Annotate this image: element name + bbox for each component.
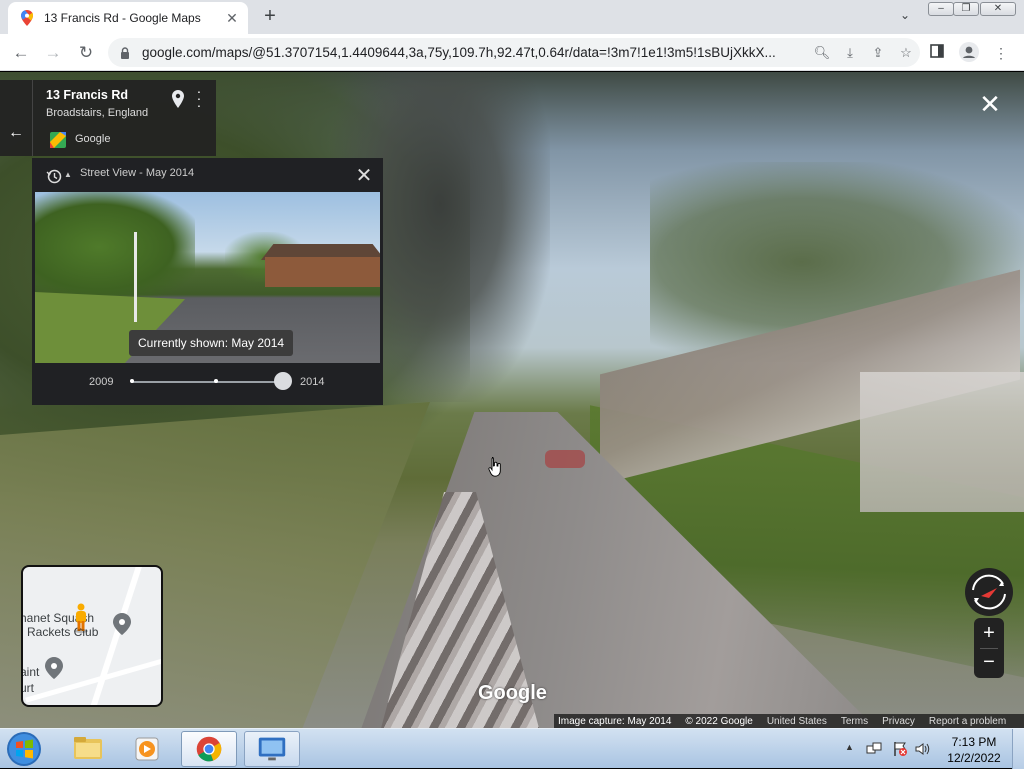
volume-icon[interactable] — [914, 741, 930, 757]
windows-taskbar: ▲ 7:13 PM 12/2/2022 — [0, 728, 1024, 769]
minimap-place-label: urt — [21, 681, 35, 695]
window-minimize-button[interactable]: – — [928, 2, 954, 16]
preview-lamp-post — [134, 232, 137, 322]
minimap-place-label: aint — [21, 665, 40, 679]
side-panel-icon[interactable] — [926, 42, 948, 64]
pegman-icon[interactable] — [73, 603, 89, 633]
reload-button[interactable]: ↻ — [73, 40, 99, 66]
window-close-button[interactable]: ✕ — [980, 2, 1016, 16]
panorama-houses — [860, 372, 1024, 512]
clock-time[interactable]: 7:13 PM — [948, 735, 1000, 749]
google-watermark: Google — [478, 682, 547, 704]
more-options-icon[interactable]: · · · — [194, 84, 204, 112]
zoom-out-button[interactable]: − — [974, 649, 1004, 675]
preview-house — [265, 257, 380, 287]
location-pin-icon[interactable] — [172, 90, 184, 108]
maps-favicon — [21, 10, 33, 26]
kebab-menu-icon[interactable]: ⋮ — [990, 42, 1012, 64]
preview-trees — [35, 192, 195, 302]
back-button[interactable]: ← — [8, 40, 34, 66]
remote-desktop-icon[interactable] — [244, 731, 300, 767]
network-icon[interactable] — [866, 741, 882, 757]
url-text[interactable]: google.com/maps/@51.3707154,1.4409644,3a… — [142, 45, 808, 60]
street-view-panorama[interactable]: ✕ ← 13 Francis Rd Broadstairs, England ·… — [0, 72, 1024, 728]
tray-overflow-icon[interactable]: ▲ — [845, 742, 854, 752]
address-subtitle: Broadstairs, England — [46, 107, 149, 119]
back-arrow-icon[interactable]: ← — [6, 124, 26, 142]
caret-up-icon[interactable]: ▲ — [64, 170, 72, 179]
address-title: 13 Francis Rd — [46, 88, 128, 102]
lock-icon — [121, 46, 129, 59]
timeline-slider-track[interactable] — [131, 381, 283, 383]
browser-tab-bar: 13 Francis Rd - Google Maps ✕ + ⌄ – ❐ ✕ — [0, 0, 1024, 34]
timeline-end-year: 2014 — [300, 376, 325, 388]
hand-cursor-icon — [488, 457, 501, 477]
provider-label: Google — [75, 133, 111, 145]
forward-button[interactable]: → — [40, 40, 66, 66]
map-pin-icon[interactable] — [45, 657, 63, 679]
compass-icon[interactable] — [965, 568, 1013, 616]
zoom-in-button[interactable]: + — [974, 620, 1004, 646]
profile-icon[interactable] — [958, 42, 980, 64]
share-icon[interactable]: ⇪ — [864, 45, 892, 61]
timeline-start-year: 2009 — [89, 376, 114, 388]
browser-tab[interactable]: 13 Francis Rd - Google Maps ✕ — [8, 2, 248, 34]
time-machine-panel: ▲ Street View - May 2014 ✕ Currently sho… — [32, 158, 383, 405]
country-link[interactable]: United States — [767, 716, 827, 727]
windows-start-icon[interactable] — [4, 730, 44, 768]
terms-link[interactable]: Terms — [841, 716, 868, 727]
address-bar[interactable]: google.com/maps/@51.3707154,1.4409644,3a… — [108, 38, 920, 67]
show-desktop-button[interactable] — [1012, 729, 1024, 769]
privacy-link[interactable]: Privacy — [882, 716, 915, 727]
report-problem-link[interactable]: Report a problem — [929, 716, 1006, 727]
history-clock-icon[interactable] — [46, 168, 62, 184]
copyright-text: © 2022 Google — [685, 715, 753, 727]
tab-search-icon[interactable]: ⌄ — [896, 8, 914, 26]
close-street-view-icon[interactable]: ✕ — [976, 90, 1004, 118]
tab-title: 13 Francis Rd - Google Maps — [44, 11, 201, 25]
star-icon[interactable]: ☆ — [892, 45, 920, 61]
timeline-slider-thumb[interactable] — [274, 372, 292, 390]
address-card: ← 13 Francis Rd Broadstairs, England · · ·… — [0, 80, 216, 156]
browser-toolbar: ← → ↻ google.com/maps/@51.3707154,1.4409… — [0, 34, 1024, 71]
time-machine-title: Street View - May 2014 — [80, 167, 195, 179]
new-tab-button[interactable]: + — [258, 5, 282, 29]
media-player-icon[interactable] — [120, 731, 176, 767]
panorama-car — [545, 450, 585, 468]
file-explorer-icon[interactable] — [60, 731, 116, 767]
action-center-icon[interactable] — [892, 741, 908, 757]
minimap[interactable]: hanet Squash Rackets Club aint urt — [21, 565, 163, 707]
window-restore-button[interactable]: ❐ — [953, 2, 979, 16]
tab-close-icon[interactable]: ✕ — [224, 10, 240, 27]
zoom-controls: + − — [974, 618, 1004, 678]
historical-preview-image[interactable]: Currently shown: May 2014 — [35, 192, 380, 363]
google-maps-logo-icon — [50, 132, 66, 148]
clock-date[interactable]: 12/2/2022 — [942, 751, 1006, 765]
currently-shown-tooltip: Currently shown: May 2014 — [129, 330, 294, 356]
street-view-footer: Image capture: May 2014 © 2022 Google Un… — [554, 714, 1024, 728]
map-pin-icon[interactable] — [113, 613, 131, 635]
chrome-icon[interactable] — [181, 731, 237, 767]
install-icon[interactable]: ⤓ — [836, 45, 864, 61]
timeline-tick[interactable] — [214, 379, 218, 383]
close-icon[interactable]: ✕ — [354, 163, 374, 188]
image-capture-date: Image capture: May 2014 — [558, 715, 672, 727]
divider — [32, 80, 33, 156]
search-icon[interactable]: 🔍︎ — [808, 45, 836, 61]
timeline-tick[interactable] — [130, 379, 134, 383]
